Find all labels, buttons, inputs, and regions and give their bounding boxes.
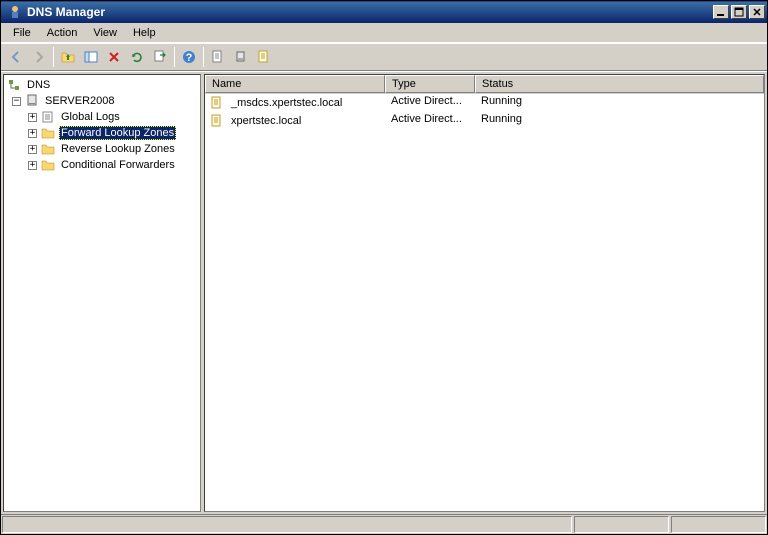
menu-action[interactable]: Action <box>39 25 86 41</box>
svg-text:?: ? <box>186 52 193 64</box>
tree-root-dns[interactable]: DNS <box>6 77 198 93</box>
titlebar: DNS Manager <box>1 1 767 23</box>
folder-icon <box>40 125 56 141</box>
show-hide-tree-button[interactable] <box>80 46 102 68</box>
expand-icon[interactable]: + <box>28 129 37 138</box>
column-header-type[interactable]: Type <box>385 75 475 93</box>
list-pane[interactable]: Name Type Status _msdcs.xpertstec.local … <box>204 74 765 512</box>
action-3-button[interactable] <box>253 46 275 68</box>
menu-view[interactable]: View <box>85 25 125 41</box>
tree-global-logs[interactable]: + Global Logs <box>6 109 198 125</box>
window-title: DNS Manager <box>27 5 713 19</box>
up-button[interactable] <box>57 46 79 68</box>
folder-icon <box>40 157 56 173</box>
refresh-button[interactable] <box>126 46 148 68</box>
list-header: Name Type Status <box>205 75 764 94</box>
folder-icon <box>40 141 56 157</box>
minimize-button[interactable] <box>713 5 729 19</box>
zone-type: Active Direct... <box>385 95 475 111</box>
status-pane-1 <box>2 516 572 533</box>
tree-reverse-lookup-zones[interactable]: + Reverse Lookup Zones <box>6 141 198 157</box>
tree-label: DNS <box>25 78 52 92</box>
zone-status: Running <box>475 95 764 111</box>
tree-label: SERVER2008 <box>43 94 117 108</box>
column-header-name[interactable]: Name <box>205 75 385 93</box>
maximize-button[interactable] <box>731 5 747 19</box>
zone-icon <box>209 95 225 111</box>
zone-name: _msdcs.xpertstec.local <box>231 97 342 109</box>
menu-help[interactable]: Help <box>125 25 164 41</box>
back-button <box>5 46 27 68</box>
expand-icon[interactable]: + <box>28 145 37 154</box>
tree-server[interactable]: − SERVER2008 <box>6 93 198 109</box>
expand-icon[interactable]: + <box>28 113 37 122</box>
main-area: DNS − SERVER2008 + Global Logs + Forward… <box>1 71 767 514</box>
tree-conditional-forwarders[interactable]: + Conditional Forwarders <box>6 157 198 173</box>
action-1-button[interactable] <box>207 46 229 68</box>
collapse-icon[interactable]: − <box>12 97 21 106</box>
tree-forward-lookup-zones[interactable]: + Forward Lookup Zones <box>6 125 198 141</box>
app-icon <box>7 4 23 20</box>
status-pane-3 <box>671 516 766 533</box>
zone-row[interactable]: xpertstec.local Active Direct... Running <box>205 112 764 130</box>
delete-button[interactable] <box>103 46 125 68</box>
tree-label: Reverse Lookup Zones <box>59 142 177 156</box>
expand-icon[interactable]: + <box>28 161 37 170</box>
dns-root-icon <box>6 77 22 93</box>
action-2-button[interactable] <box>230 46 252 68</box>
export-button[interactable] <box>149 46 171 68</box>
menu-file[interactable]: File <box>5 25 39 41</box>
tree-label: Forward Lookup Zones <box>59 126 176 140</box>
zone-icon <box>209 113 225 129</box>
tree-label: Conditional Forwarders <box>59 158 177 172</box>
status-pane-2 <box>574 516 669 533</box>
column-header-status[interactable]: Status <box>475 75 764 93</box>
statusbar <box>1 514 767 534</box>
help-button[interactable]: ? <box>178 46 200 68</box>
zone-name: xpertstec.local <box>231 115 301 127</box>
menubar: File Action View Help <box>1 23 767 43</box>
zone-type: Active Direct... <box>385 113 475 129</box>
zone-row[interactable]: _msdcs.xpertstec.local Active Direct... … <box>205 94 764 112</box>
close-button[interactable] <box>749 5 765 19</box>
tree-label: Global Logs <box>59 110 122 124</box>
forward-button <box>28 46 50 68</box>
toolbar: ? <box>1 43 767 71</box>
tree-pane[interactable]: DNS − SERVER2008 + Global Logs + Forward… <box>3 74 201 512</box>
zone-status: Running <box>475 113 764 129</box>
server-icon <box>24 93 40 109</box>
logs-icon <box>40 109 56 125</box>
